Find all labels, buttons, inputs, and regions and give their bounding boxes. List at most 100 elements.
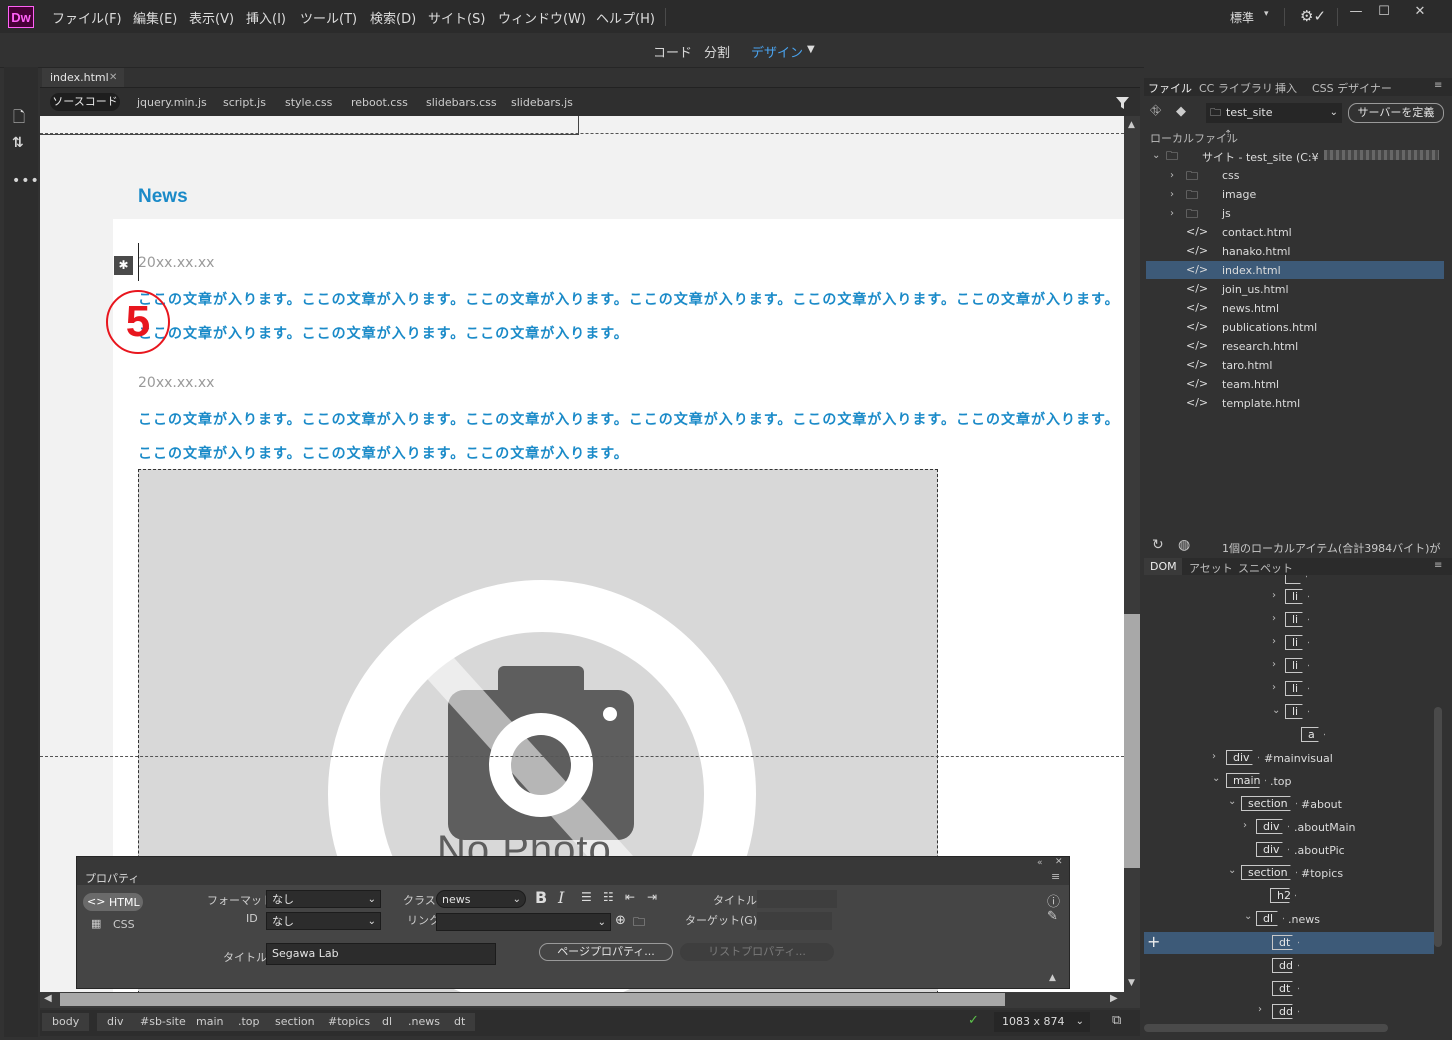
menu-window[interactable]: ウィンドウ(W) [498,8,586,27]
sync-settings-icon[interactable]: ⚙✓ [1300,7,1326,25]
scroll-right-icon[interactable]: ▶ [1110,993,1118,1004]
add-element-icon[interactable]: + [1147,932,1160,951]
no-errors-check-icon[interactable]: ✓ [968,1013,979,1028]
more-tools-icon[interactable]: ••• [12,173,40,189]
expand-panel-icon[interactable]: ▲ [1049,973,1056,983]
chevron-right-icon[interactable]: › [1243,820,1247,831]
bold-icon[interactable]: B [535,888,547,907]
dom-node-section[interactable]: section [1241,796,1297,811]
dom-node-li[interactable]: li [1285,635,1309,650]
element-code-navigator-icon[interactable]: ✱ [114,256,133,275]
view-split-button[interactable]: 分割 [704,42,730,61]
file-row[interactable]: › 🗀 image [1144,185,1452,204]
file-row[interactable]: </> hanako.html [1144,242,1452,261]
page-properties-button[interactable]: ページプロパティ... [539,943,673,961]
news-text[interactable]: ここの文章が入ります。ここの文章が入ります。ここの文章が入ります。ここの文章が入… [138,409,1120,429]
file-row[interactable]: </> research.html [1144,337,1452,356]
panel-menu-icon[interactable]: ≡ [1051,870,1060,883]
id-select[interactable]: なし ⌄ [266,912,381,930]
chevron-down-icon[interactable]: ⌄ [1244,911,1252,922]
tab-insert[interactable]: 挿入 [1275,80,1297,96]
chevron-down-icon[interactable]: ⌄ [1272,705,1280,716]
horizontal-scrollbar[interactable]: ◀ ▶ [40,992,1140,1008]
tab-css-designer[interactable]: CSS デザイナー [1312,80,1392,96]
source-code-button[interactable]: ソースコード [50,93,120,111]
view-design-button[interactable]: デザイン [751,42,803,61]
news-text[interactable]: ここの文章が入ります。ここの文章が入ります。ここの文章が入ります。ここの文章が入… [138,289,1120,309]
site-select[interactable]: 🗀 test_site ⌄ [1206,103,1342,123]
chevron-down-icon[interactable]: ⌄ [1212,773,1220,784]
refresh-icon[interactable]: ↻ [1152,537,1164,553]
close-icon[interactable]: ✕ [1405,4,1435,22]
open-document-icon[interactable]: 🗋 [13,107,25,132]
chevron-down-icon[interactable]: ⌄ [1228,865,1236,876]
file-row-selected[interactable]: </> index.html [1146,261,1444,279]
dom-node-li[interactable]: li [1285,589,1309,604]
page-title-input[interactable]: Segawa Lab [266,943,496,965]
chevron-right-icon[interactable]: › [1212,751,1216,762]
dom-node-div[interactable]: div [1256,819,1289,834]
menu-help[interactable]: ヘルプ(H) [596,8,655,27]
chevron-right-icon[interactable]: › [1272,613,1276,624]
git-icon[interactable]: ◆ [1176,104,1186,119]
document-tab[interactable]: index.html ✕ [42,68,124,87]
link-input[interactable]: ⌄ [436,913,611,931]
dom-node-li[interactable]: li [1285,658,1309,673]
breadcrumb-item[interactable]: main [186,1013,234,1031]
chevron-right-icon[interactable]: › [1272,659,1276,670]
news-text[interactable]: ここの文章が入ります。ここの文章が入ります。ここの文章が入ります。 [138,323,629,343]
chevron-right-icon[interactable]: › [1258,1004,1262,1015]
tab-assets[interactable]: アセット [1189,560,1233,576]
define-server-button[interactable]: サーバーを定義 [1348,103,1444,123]
related-file-item[interactable]: script.js [223,96,266,109]
outdent-icon[interactable]: ⇤ [625,890,635,904]
breadcrumb-item[interactable]: section [265,1013,325,1031]
globe-icon[interactable]: ◍ [1178,537,1190,553]
close-tab-icon[interactable]: ✕ [109,68,117,87]
dom-node-li[interactable]: li [1285,681,1309,696]
unordered-list-icon[interactable]: ☰ [581,890,592,904]
related-file-item[interactable]: reboot.css [351,96,408,109]
quick-tag-editor-icon[interactable]: ✎ [1047,909,1058,924]
indent-icon[interactable]: ⇥ [647,890,657,904]
file-row[interactable]: </> team.html [1144,375,1452,394]
dom-scroll-thumb[interactable] [1434,707,1442,947]
file-row[interactable]: </> join_us.html [1144,280,1452,299]
breadcrumb-item[interactable]: dt [444,1013,476,1031]
workspace-switcher[interactable]: 標準 [1230,9,1254,26]
dom-node-a[interactable]: a [1301,727,1325,742]
breadcrumb-item[interactable]: #topics [318,1013,381,1031]
window-size-select[interactable]: 1083 x 874 ⌄ [994,1012,1090,1032]
related-file-item[interactable]: slidebars.js [511,96,573,109]
filter-icon[interactable] [1116,97,1129,109]
tab-cc-libraries[interactable]: CC ライブラリ [1199,80,1273,96]
maximize-icon[interactable]: ☐ [1369,4,1399,22]
news-heading[interactable]: News [138,186,188,208]
html-mode-button[interactable]: <> HTML [83,893,143,911]
dom-node-dd[interactable]: dd [1272,958,1299,973]
breadcrumb-item[interactable]: div [97,1013,134,1031]
related-file-item[interactable]: slidebars.css [426,96,497,109]
file-row[interactable]: </> contact.html [1144,223,1452,242]
dom-node-li[interactable] [1285,575,1307,584]
browse-folder-icon[interactable]: 🗀 [633,913,645,934]
chevron-right-icon[interactable]: › [1272,590,1276,601]
file-row[interactable]: </> taro.html [1144,356,1452,375]
tab-files[interactable]: ファイル [1148,80,1192,96]
dom-hscroll-thumb[interactable] [1144,1024,1388,1032]
chevron-right-icon[interactable]: › [1272,636,1276,647]
close-panel-icon[interactable]: ✕ [1055,857,1063,867]
collapse-panel-icon[interactable]: « [1037,858,1043,868]
dom-node-dl[interactable]: dl [1256,911,1284,926]
tab-dom[interactable]: DOM [1150,560,1177,573]
format-select[interactable]: なし ⌄ [266,890,381,908]
chevron-right-icon[interactable]: › [1272,682,1276,693]
class-select[interactable]: news ⌄ [436,890,526,908]
panel-menu-icon[interactable]: ≡ [1434,560,1442,571]
tab-snippets[interactable]: スニペット [1238,560,1293,576]
related-file-item[interactable]: style.css [285,96,332,109]
preview-in-browser-icon[interactable]: ⧉ [1112,1013,1121,1028]
panel-menu-icon[interactable]: ≡ [1434,80,1442,91]
dom-node-li[interactable]: li [1285,612,1309,627]
view-dropdown-chevron-icon[interactable]: ▼ [807,44,815,55]
